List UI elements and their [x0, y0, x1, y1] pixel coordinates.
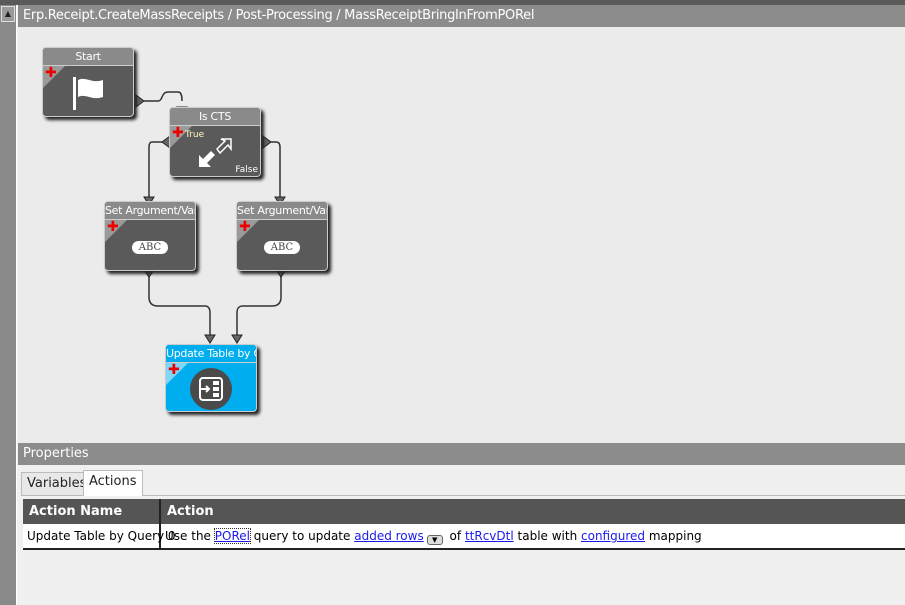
action-cell: Use the PORel query to update added rows… — [161, 524, 905, 548]
breadcrumb-title: Erp.Receipt.CreateMassReceipts / Post-Pr… — [18, 5, 905, 27]
table-header: Action Name Action — [23, 499, 905, 524]
workflow-canvas[interactable]: Start ✚ Is CTS ✚ True False Set Argument… — [18, 27, 905, 443]
node-update-table[interactable]: Update Table by Q ✚ — [165, 344, 257, 412]
connector-true — [148, 141, 162, 197]
condition-arrows-icon — [170, 130, 260, 176]
connector-start-condition — [144, 91, 183, 102]
connector-false — [271, 141, 281, 197]
abc-icon: ABC — [131, 240, 169, 254]
node-start[interactable]: Start ✚ — [42, 47, 134, 117]
node-title: Set Argument/Vari — [237, 202, 327, 220]
flag-icon — [43, 70, 133, 116]
table-link[interactable]: ttRcvDtl — [465, 529, 514, 543]
table-row[interactable]: Update Table by Query 0 Use the PORel qu… — [23, 524, 905, 550]
properties-header: Properties — [18, 443, 905, 465]
action-text: of — [449, 529, 462, 543]
update-table-icon — [166, 367, 256, 411]
rows-link[interactable]: added rows — [354, 529, 423, 543]
left-scrollbar[interactable]: ▲ — [0, 5, 17, 605]
connector-set1-update — [148, 270, 211, 335]
node-is-cts[interactable]: Is CTS ✚ True False — [169, 107, 261, 177]
action-text: query to update — [253, 529, 351, 543]
node-title: Is CTS — [170, 108, 260, 126]
action-text: mapping — [648, 529, 702, 543]
node-title: Set Argument/Vari — [105, 202, 195, 220]
action-text: table with — [517, 529, 578, 543]
action-name-cell[interactable]: Update Table by Query 0 — [23, 524, 176, 548]
query-link[interactable]: PORel — [213, 528, 251, 544]
node-set-argument-2[interactable]: Set Argument/Vari ✚ ABC — [236, 201, 328, 271]
node-title: Update Table by Q — [166, 345, 256, 363]
column-action[interactable]: Action — [161, 499, 905, 524]
tab-actions[interactable]: Actions — [83, 470, 143, 496]
action-text: Use the — [165, 529, 211, 543]
mapping-link[interactable]: configured — [581, 529, 645, 543]
node-set-argument-1[interactable]: Set Argument/Vari ✚ ABC — [104, 201, 196, 271]
properties-panel: Variables Actions Action Name Action Upd… — [18, 465, 905, 605]
dropdown-icon[interactable]: ▼ — [426, 535, 443, 545]
column-action-name[interactable]: Action Name — [23, 499, 161, 524]
tab-variables[interactable]: Variables — [21, 472, 93, 496]
actions-table: Action Name Action Update Table by Query… — [23, 499, 905, 550]
abc-icon: ABC — [263, 240, 301, 254]
connector-set2-update — [236, 270, 282, 335]
scroll-up-button[interactable]: ▲ — [1, 6, 15, 22]
node-title: Start — [43, 48, 133, 66]
